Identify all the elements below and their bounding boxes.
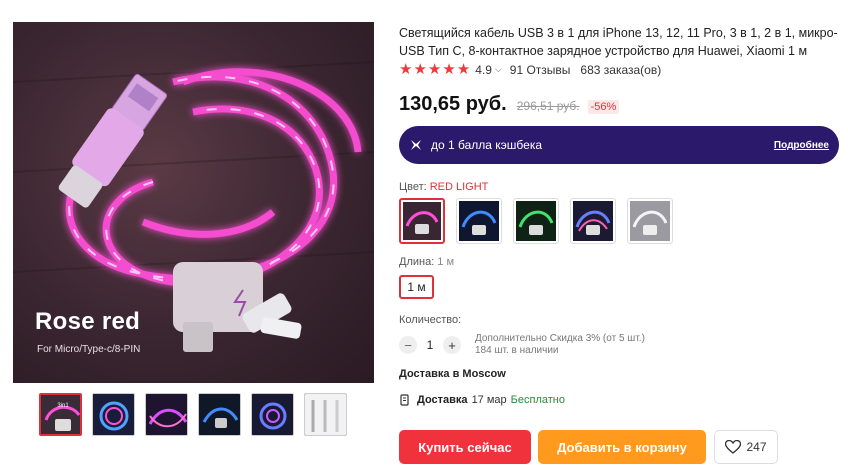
- color-option-multicolor[interactable]: [570, 198, 616, 244]
- image-caption-subtitle: For Micro/Type-c/8-PIN: [37, 344, 141, 355]
- length-label-text: Длина:: [399, 256, 435, 268]
- product-title: Светящийся кабель USB 3 в 1 для iPhone 1…: [399, 26, 838, 58]
- length-option-1m[interactable]: 1 м: [399, 275, 434, 299]
- wishlist-count: 247: [746, 440, 767, 454]
- discount-badge: -56%: [587, 100, 620, 114]
- thumbnail-5[interactable]: [251, 393, 294, 436]
- thumbnail-6[interactable]: [304, 393, 347, 436]
- heart-icon: [725, 440, 742, 454]
- color-label-text: Цвет:: [399, 181, 427, 193]
- star-icon: ★: [442, 61, 456, 78]
- main-product-image[interactable]: Rose red For Micro/Type-c/8-PIN: [13, 22, 374, 383]
- color-option-green[interactable]: [513, 198, 559, 244]
- thumbnail-2[interactable]: [92, 393, 135, 436]
- orders-count: 683 заказа(ов): [580, 62, 662, 77]
- rating-value[interactable]: 4.9: [475, 63, 492, 77]
- delivery-doc-icon: [400, 394, 409, 406]
- delivery-location[interactable]: Доставка в Moscow: [399, 368, 506, 380]
- chevron-down-icon[interactable]: ⌵: [495, 64, 502, 75]
- reviews-link[interactable]: 91 Отзывы: [510, 63, 571, 77]
- star-icon: ★: [456, 61, 471, 78]
- color-label: Цвет: RED LIGHT: [399, 181, 488, 193]
- length-selected-value: 1 м: [437, 256, 455, 268]
- extra-discount-text: Дополнительно Скидка 3% (от 5 шт.): [475, 333, 645, 344]
- quantity-minus-button[interactable]: −: [399, 336, 417, 354]
- quantity-plus-button[interactable]: +: [443, 336, 461, 354]
- quantity-value[interactable]: 1: [417, 338, 443, 352]
- quantity-stepper: − 1 + Дополнительно Скидка 3% (от 5 шт.)…: [399, 333, 645, 357]
- image-caption-title: Rose red: [35, 308, 141, 335]
- delivery-price: Бесплатно: [510, 394, 565, 406]
- delivery-label: Доставка: [417, 394, 468, 406]
- color-option-blue[interactable]: [456, 198, 502, 244]
- svg-text:3in1: 3in1: [57, 403, 69, 409]
- delivery-info: Доставка 17 мар Бесплатно: [399, 394, 565, 406]
- star-icon: ★: [399, 61, 413, 78]
- add-to-cart-button[interactable]: Добавить в корзину: [538, 430, 706, 464]
- stock-text: 184 шт. в наличии: [475, 345, 559, 356]
- price-row: 130,65 руб. 296,51 руб. -56%: [399, 93, 620, 116]
- quantity-label: Количество:: [399, 314, 462, 326]
- star-icon: ★: [427, 61, 442, 78]
- thumbnail-1[interactable]: 3in1: [39, 393, 82, 436]
- cashback-icon: [411, 140, 421, 150]
- color-option-white[interactable]: [627, 198, 673, 244]
- length-label: Длина: 1 м: [399, 256, 454, 268]
- old-price: 296,51 руб.: [516, 99, 580, 113]
- thumbnail-4[interactable]: [198, 393, 241, 436]
- quantity-info: Дополнительно Скидка 3% (от 5 шт.) 184 ш…: [475, 333, 645, 357]
- rating-row: ★ ★ ★ ★ ★ 4.9 ⌵ 91 Отзывы 683 заказа(ов): [399, 62, 661, 77]
- wishlist-button[interactable]: 247: [714, 430, 778, 464]
- color-options: [399, 198, 673, 244]
- star-icon: ★: [413, 61, 427, 78]
- color-option-pink[interactable]: [399, 198, 445, 244]
- thumbnail-3[interactable]: [145, 393, 188, 436]
- rating-stars: ★ ★ ★ ★ ★: [399, 62, 470, 77]
- cashback-more-link[interactable]: Подробнее: [774, 140, 829, 151]
- color-selected-value: RED LIGHT: [429, 181, 489, 193]
- delivery-date: 17 мар: [471, 394, 507, 406]
- buy-now-button[interactable]: Купить сейчас: [399, 430, 531, 464]
- cashback-text: до 1 балла кэшбека: [431, 138, 543, 152]
- cashback-banner[interactable]: до 1 балла кэшбека Подробнее: [399, 126, 839, 164]
- current-price: 130,65 руб.: [399, 93, 507, 115]
- thumbnail-strip: 3in1: [39, 393, 347, 436]
